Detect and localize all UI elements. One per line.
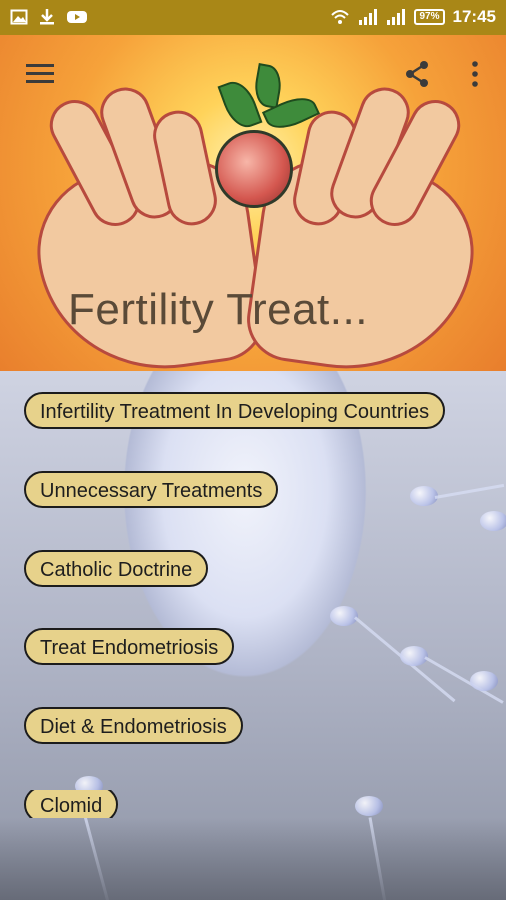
sperm-head: [330, 606, 358, 626]
image-icon: [10, 9, 28, 25]
leaf: [251, 63, 285, 109]
menu-button-clomid[interactable]: Clomid: [24, 790, 119, 818]
sperm-tail: [434, 483, 505, 499]
menu-button-treat-endometriosis[interactable]: Treat Endometriosis: [24, 628, 235, 665]
menu-button-diet-endometriosis[interactable]: Diet & Endometriosis: [24, 707, 243, 744]
header: Fertility Treat...: [0, 35, 506, 371]
download-icon: [40, 9, 54, 25]
embryo-image: [215, 130, 293, 208]
signal-icon: [359, 9, 378, 25]
status-left-icons: [10, 8, 88, 26]
status-right-icons: 97% 17:45: [330, 7, 496, 27]
sperm-head: [470, 671, 498, 691]
menu-icon[interactable]: [26, 62, 54, 84]
battery-level: 97: [419, 11, 431, 22]
wifi-icon: [331, 10, 350, 24]
clipped-list-area: Clomid: [0, 790, 506, 818]
sperm-head: [400, 646, 428, 666]
share-icon[interactable]: [404, 60, 430, 88]
menu-button-unnecessary-treatments[interactable]: Unnecessary Treatments: [24, 471, 279, 508]
bottom-fade-overlay: [0, 818, 506, 900]
menu-button-infertility-treatment[interactable]: Infertility Treatment In Developing Coun…: [24, 392, 446, 429]
more-vert-icon[interactable]: [470, 60, 480, 88]
sperm-head: [480, 511, 506, 531]
status-bar: 97% 17:45: [0, 0, 506, 35]
battery-icon: 97%: [414, 9, 445, 25]
youtube-icon: [67, 11, 87, 23]
signal-icon: [387, 9, 406, 25]
menu-button-catholic-doctrine[interactable]: Catholic Doctrine: [24, 550, 209, 587]
page-title: Fertility Treat...: [68, 285, 368, 334]
status-time: 17:45: [452, 7, 496, 26]
